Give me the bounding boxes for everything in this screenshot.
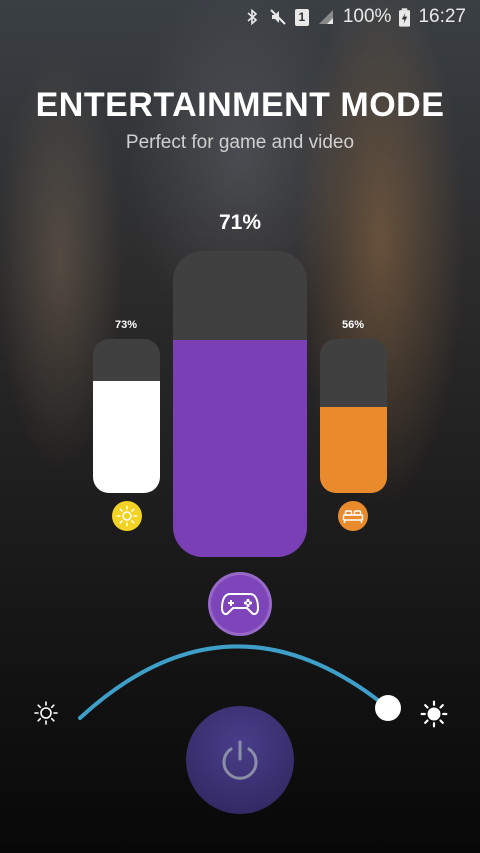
- main-slider-percent: 71%: [218, 211, 262, 234]
- main-level-slider[interactable]: [173, 251, 307, 557]
- light-mode-button[interactable]: [112, 501, 142, 531]
- brightness-low-icon[interactable]: [33, 700, 59, 726]
- light-level-fill: [93, 380, 160, 493]
- bluetooth-icon: [247, 8, 258, 26]
- sim-icon: 1: [294, 8, 309, 26]
- left-slider-percent: 73%: [114, 319, 138, 331]
- status-icons: 1 100% 16:27: [243, 6, 466, 28]
- sun-icon: [116, 505, 138, 527]
- sleep-mode-button[interactable]: [338, 501, 368, 531]
- battery-percent: 100%: [342, 6, 392, 27]
- clock: 16:27: [418, 6, 466, 27]
- bed-icon: [342, 510, 364, 523]
- light-level-slider[interactable]: [93, 339, 160, 493]
- gamepad-icon: [220, 593, 260, 616]
- signal-icon: [318, 10, 333, 24]
- brightness-thumb[interactable]: [375, 695, 401, 721]
- main-level-fill: [173, 339, 307, 557]
- page-title: ENTERTAINMENT MODE: [35, 86, 445, 124]
- page-subtitle: Perfect for game and video: [125, 132, 355, 153]
- brightness-high-icon[interactable]: [420, 700, 448, 728]
- mute-icon: [270, 9, 286, 25]
- battery-charging-icon: [399, 7, 411, 27]
- right-slider-percent: 56%: [341, 319, 365, 331]
- power-button[interactable]: [186, 706, 294, 814]
- sleep-level-slider[interactable]: [320, 339, 387, 493]
- status-bar: 1 100% 16:27: [0, 0, 480, 34]
- power-icon: [222, 740, 258, 780]
- sleep-level-fill: [320, 406, 387, 493]
